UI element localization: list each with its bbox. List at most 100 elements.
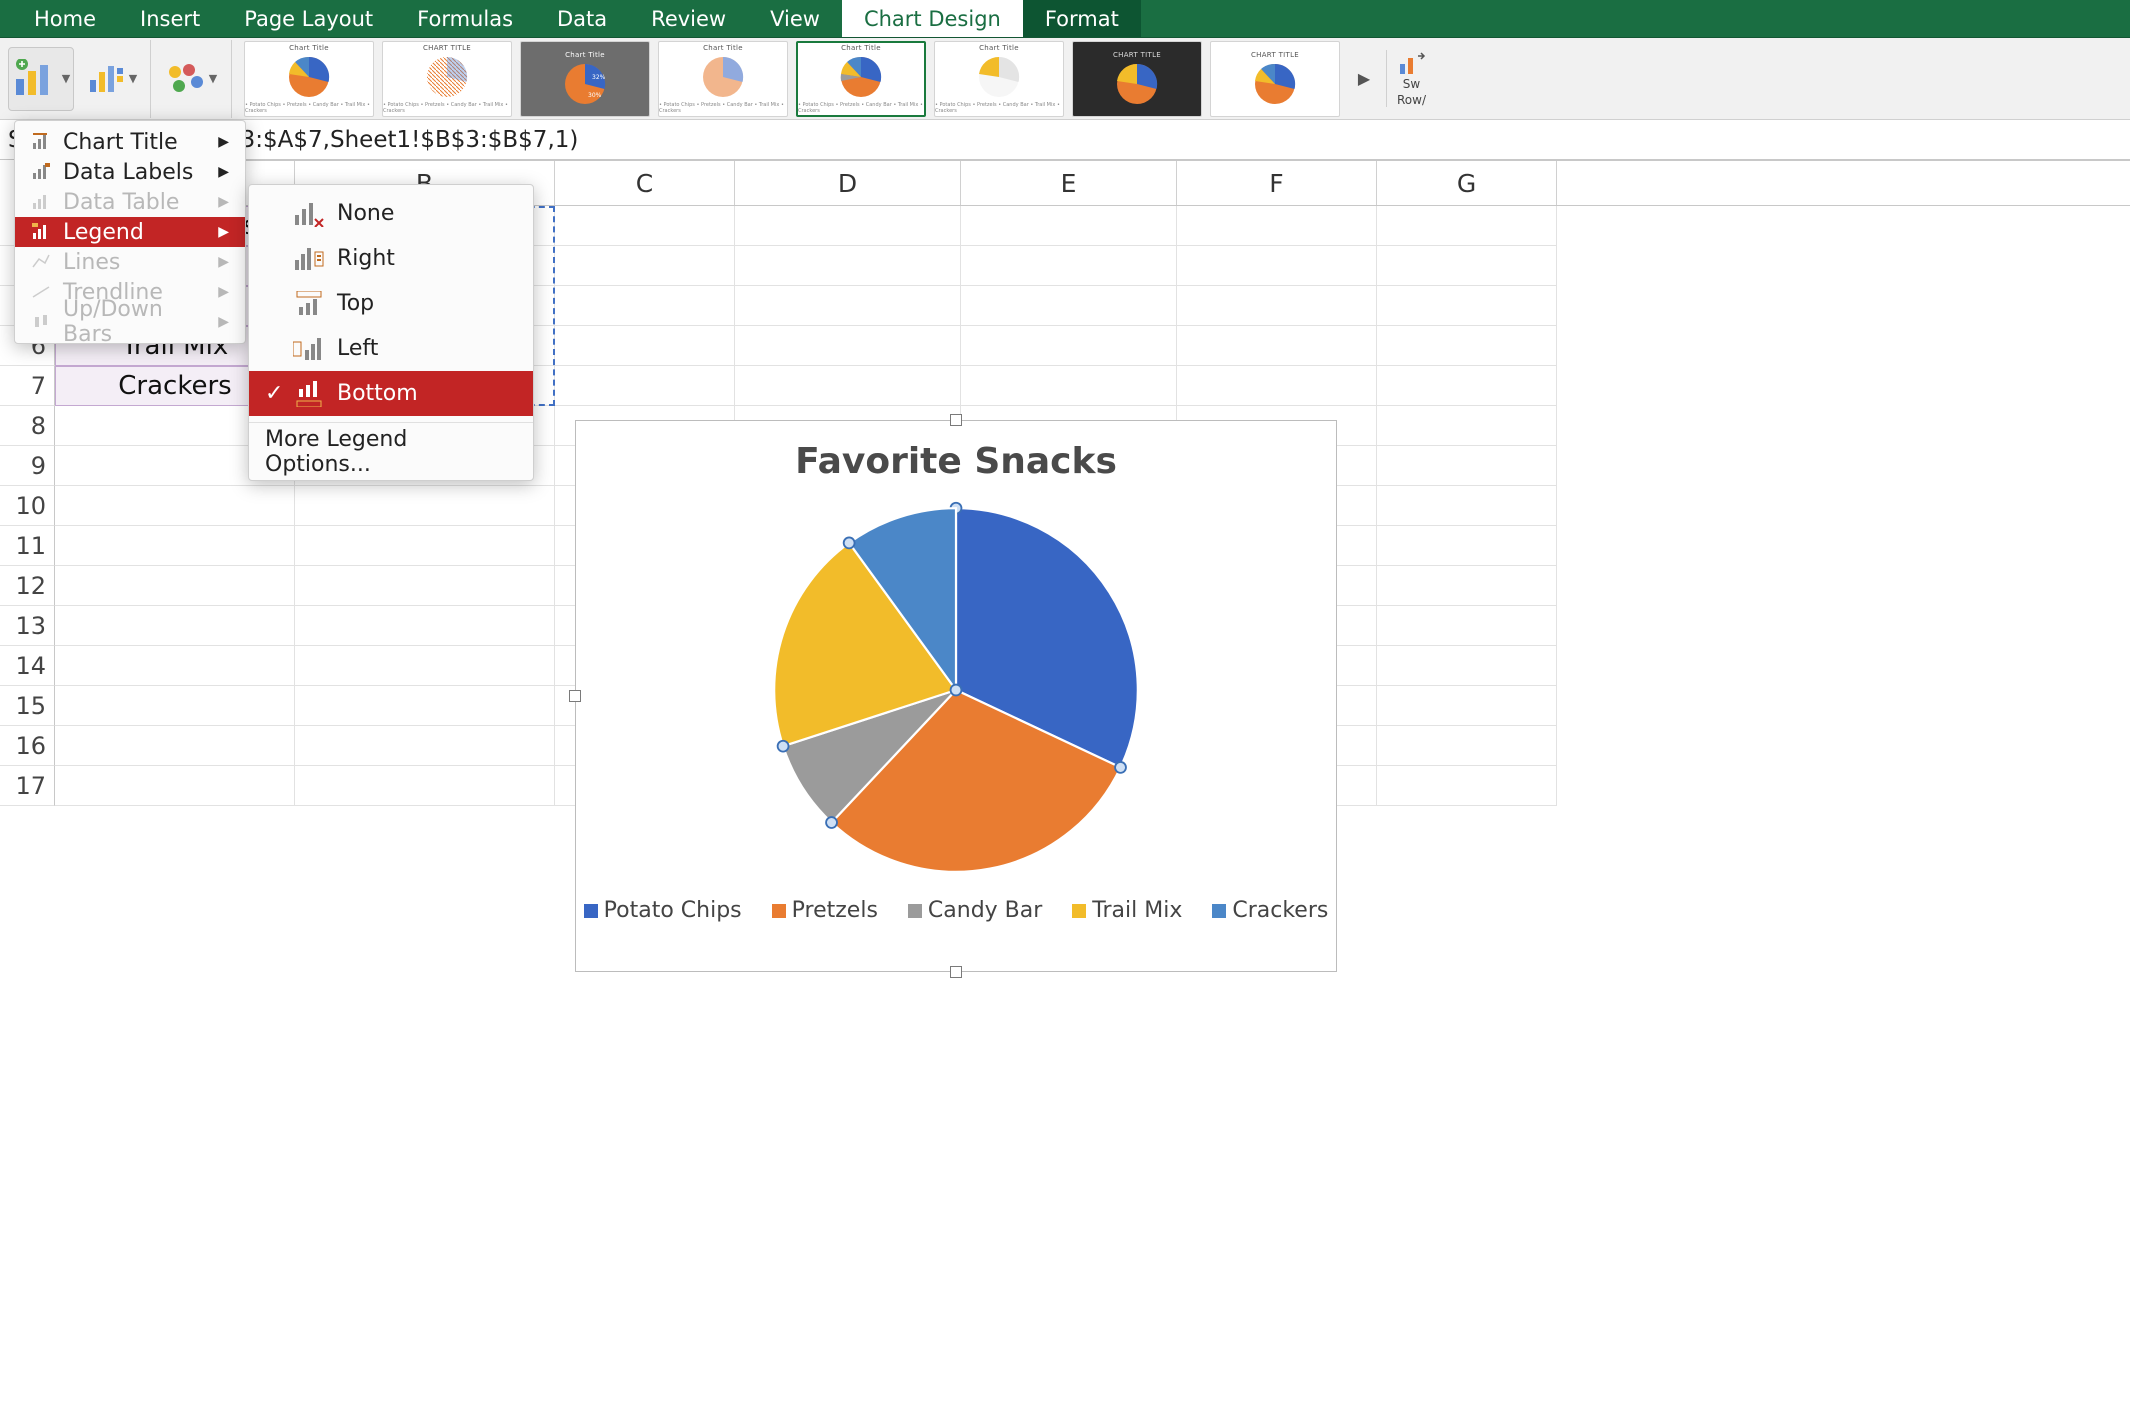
cell[interactable] [1377,246,1557,286]
legend-item[interactable]: Potato Chips [584,898,742,923]
cell[interactable] [55,766,295,806]
cell[interactable] [1177,326,1377,366]
cell[interactable] [555,326,735,366]
chart-style-5[interactable]: Chart Title • Potato Chips • Pretzels • … [796,41,926,117]
add-chart-element-button[interactable]: ▼ [8,47,74,111]
cell[interactable] [735,366,961,406]
legend-item[interactable]: Candy Bar [908,898,1042,923]
row-header[interactable]: 10 [0,486,55,526]
cell[interactable] [1377,446,1557,486]
cell[interactable] [1177,286,1377,326]
chart-style-4[interactable]: Chart Title • Potato Chips • Pretzels • … [658,41,788,117]
tab-format[interactable]: Format [1023,0,1141,37]
cell[interactable] [1177,206,1377,246]
cell[interactable] [1377,326,1557,366]
chart-style-2[interactable]: CHART TITLE • Potato Chips • Pretzels • … [382,41,512,117]
tab-data[interactable]: Data [535,0,629,37]
chart-legend[interactable]: Potato Chips Pretzels Candy Bar Trail Mi… [576,898,1336,923]
cell[interactable] [55,686,295,726]
row-header[interactable]: 9 [0,446,55,486]
tab-formulas[interactable]: Formulas [395,0,535,37]
formula-bar[interactable]: SERIES(,Sheet1!$A$3:$A$7,Sheet1!$B$3:$B$… [0,120,2130,160]
legend-option-bottom[interactable]: ✓ Bottom [249,371,533,416]
row-header[interactable]: 8 [0,406,55,446]
cell[interactable] [55,726,295,766]
cell[interactable] [55,526,295,566]
row-header[interactable]: 15 [0,686,55,726]
cell[interactable] [295,606,555,646]
chart-title[interactable]: Favorite Snacks [576,421,1336,482]
cell[interactable] [1377,646,1557,686]
row-header[interactable]: 7 [0,366,55,406]
cell[interactable] [295,726,555,766]
cell[interactable] [1377,486,1557,526]
chart-style-7[interactable]: CHART TITLE [1072,41,1202,117]
chart-style-3[interactable]: Chart Title 32%30% [520,41,650,117]
cell[interactable] [295,566,555,606]
legend-item[interactable]: Pretzels [772,898,878,923]
tab-chart-design[interactable]: Chart Design [842,0,1023,37]
chart-style-6[interactable]: Chart Title • Potato Chips • Pretzels • … [934,41,1064,117]
menu-item-data-labels[interactable]: Data Labels▶ [15,157,245,187]
row-header[interactable]: 14 [0,646,55,686]
cell[interactable] [1377,686,1557,726]
cell[interactable] [961,286,1177,326]
cell[interactable] [1377,606,1557,646]
col-header-C[interactable]: C [555,161,735,205]
quick-layout-button[interactable]: ▼ [84,47,140,111]
resize-handle[interactable] [950,966,962,978]
cell[interactable] [555,286,735,326]
col-header-E[interactable]: E [961,161,1177,205]
menu-item-legend[interactable]: Legend▶ [15,217,245,247]
change-colors-button[interactable]: ▼ [161,47,221,111]
cell[interactable] [555,206,735,246]
cell[interactable] [735,206,961,246]
cell[interactable] [555,246,735,286]
cell[interactable] [555,366,735,406]
col-header-F[interactable]: F [1177,161,1377,205]
gallery-more-button[interactable]: ▶ [1352,47,1376,111]
row-header[interactable]: 17 [0,766,55,806]
cell[interactable] [1377,526,1557,566]
cell[interactable] [961,246,1177,286]
cell[interactable] [735,326,961,366]
cell[interactable] [1377,286,1557,326]
resize-handle[interactable] [950,414,962,426]
row-header[interactable]: 11 [0,526,55,566]
chart-object[interactable]: Favorite Snacks Potato Chips Pretzels Ca… [575,420,1337,972]
legend-option-none[interactable]: None [249,191,533,236]
cell[interactable] [55,486,295,526]
row-header[interactable]: 13 [0,606,55,646]
cell[interactable] [1377,766,1557,806]
cell[interactable] [735,246,961,286]
cell[interactable] [1377,726,1557,766]
chart-style-1[interactable]: Chart Title • Potato Chips • Pretzels • … [244,41,374,117]
cell[interactable] [1177,246,1377,286]
tab-home[interactable]: Home [12,0,118,37]
cell[interactable] [961,206,1177,246]
legend-option-top[interactable]: Top [249,281,533,326]
pie-chart[interactable] [756,490,1156,890]
cell[interactable] [55,566,295,606]
cell[interactable] [1377,366,1557,406]
tab-page-layout[interactable]: Page Layout [222,0,395,37]
cell[interactable] [961,326,1177,366]
menu-item-chart-title[interactable]: Chart Title▶ [15,127,245,157]
tab-review[interactable]: Review [629,0,748,37]
cell[interactable] [1377,206,1557,246]
cell[interactable] [55,646,295,686]
tab-view[interactable]: View [748,0,842,37]
cell[interactable] [295,486,555,526]
resize-handle[interactable] [569,690,581,702]
cell[interactable] [1177,366,1377,406]
legend-option-left[interactable]: Left [249,326,533,371]
cell[interactable] [295,686,555,726]
chart-plot-area[interactable] [576,490,1336,890]
cell[interactable] [295,526,555,566]
cell[interactable] [55,606,295,646]
cell[interactable] [961,366,1177,406]
switch-row-column-button[interactable]: Sw Row/ [1386,50,1426,106]
col-header-D[interactable]: D [735,161,961,205]
tab-insert[interactable]: Insert [118,0,222,37]
legend-item[interactable]: Crackers [1212,898,1328,923]
